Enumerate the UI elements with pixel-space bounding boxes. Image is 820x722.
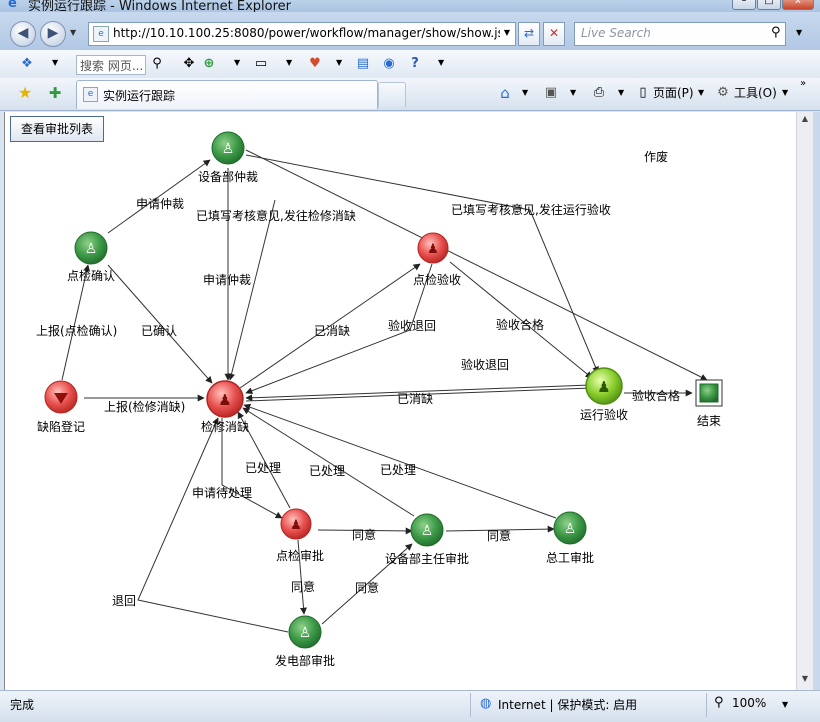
edge-label-yxq1: 已消缺: [314, 323, 350, 338]
zoom-level[interactable]: 100%: [732, 696, 766, 710]
person-icon: ♙: [85, 241, 98, 257]
person-icon: ♟: [290, 518, 302, 533]
edge-zuofei: [245, 149, 708, 381]
person-icon: ♙: [564, 521, 577, 537]
edge-label-sbjxxq: 上报(检修消缺): [104, 399, 185, 414]
node-label-djqr: 点检确认: [67, 268, 115, 283]
node-label-jxxq: 检修消缺: [201, 419, 249, 434]
person-icon: ♙: [299, 625, 312, 641]
security-zone[interactable]: Internet | 保护模式: 启用: [498, 696, 637, 713]
node-yxys[interactable]: ♟ 运行验收: [580, 367, 628, 422]
edge-sqzc2: [228, 199, 276, 381]
person-icon: ♟: [218, 391, 231, 409]
node-end[interactable]: 结束: [695, 379, 723, 428]
edge-ycl3: [243, 403, 557, 519]
edge-label-yshg2: 验收合格: [632, 388, 680, 403]
edge-label-ysth2: 验收退回: [461, 357, 509, 372]
node-zgsp[interactable]: ♙ 总工审批: [546, 511, 594, 565]
workflow-diagram: 作废 申请仲裁 已填写考核意见,发往检修消缺 已填写考核意见,发往运行验收 申请…: [36, 131, 723, 668]
node-jxxq[interactable]: ♟ 检修消缺: [201, 380, 249, 434]
edge-label-sqzc1: 申请仲裁: [136, 197, 184, 211]
edge-label-zuofei: 作废: [644, 149, 668, 164]
person-icon: ♙: [222, 141, 235, 157]
edge-label-ty2: 同意: [487, 528, 511, 543]
edge-label-ysth1: 验收退回: [388, 318, 436, 333]
edge-label-ytxkh1: 已填写考核意见,发往检修消缺: [196, 208, 356, 223]
node-sbzc[interactable]: ♙ 设备部仲裁: [198, 131, 258, 184]
person-icon: ♟: [427, 242, 439, 257]
edge-label-ycl1: 已处理: [245, 461, 281, 475]
node-label-qxdj: 缺陷登记: [37, 419, 85, 434]
person-icon: ♟: [597, 378, 610, 396]
end-square-icon: [699, 383, 719, 403]
edge-label-yshg1: 验收合格: [496, 317, 544, 332]
node-label-fdbsp: 发电部审批: [275, 653, 335, 668]
node-label-sbbzr: 设备部主任审批: [385, 551, 469, 566]
edge-label-yxq2: 已消缺: [397, 391, 433, 406]
node-fdbsp[interactable]: ♙ 发电部审批: [275, 615, 335, 668]
node-djys[interactable]: ♟ 点检验收: [413, 232, 461, 287]
node-label-sbzc: 设备部仲裁: [198, 169, 258, 184]
edge-label-sbdjqr: 上报(点检确认): [36, 323, 117, 338]
edge-label-sqzc2: 申请仲裁: [203, 273, 251, 287]
node-sbbzr[interactable]: ♙ 设备部主任审批: [385, 513, 469, 566]
node-label-djsp: 点检审批: [276, 548, 324, 563]
status-separator: [706, 693, 707, 717]
edge-label-ycl3: 已处理: [380, 463, 416, 477]
edge-label-sqdcl: 申请待处理: [192, 486, 252, 500]
status-text: 完成: [10, 698, 35, 712]
node-djsp[interactable]: ♟ 点检审批: [276, 508, 324, 563]
node-qxdj[interactable]: 缺陷登记: [37, 380, 85, 434]
zoom-icon: ⚲: [714, 695, 724, 710]
node-label-djys: 点检验收: [413, 272, 461, 287]
node-label-yxys: 运行验收: [580, 407, 628, 422]
edge-label-ytxkh2: 已填写考核意见,发往运行验收: [451, 202, 611, 217]
edge-label-tuihui: 退回: [112, 594, 136, 608]
node-label-zgsp: 总工审批: [546, 550, 594, 565]
edge-label-yqr: 已确认: [141, 324, 177, 338]
globe-icon: ◍: [480, 696, 492, 711]
person-icon: ♙: [421, 523, 434, 539]
edge-label-ycl2: 已处理: [309, 464, 345, 478]
node-label-end: 结束: [697, 414, 721, 428]
status-bar: 完成 ◍ Internet | 保护模式: 启用 ⚲ 100% ▼: [0, 690, 820, 722]
edge-label-ty4: 同意: [355, 580, 379, 595]
edge-label-ty1: 同意: [352, 527, 376, 542]
edge-label-ty3: 同意: [291, 579, 315, 594]
zoom-dropdown-icon[interactable]: ▼: [782, 700, 788, 709]
status-separator: [470, 693, 471, 717]
edge-tuihui: [137, 417, 289, 633]
node-djqr[interactable]: ♙ 点检确认: [67, 231, 115, 283]
